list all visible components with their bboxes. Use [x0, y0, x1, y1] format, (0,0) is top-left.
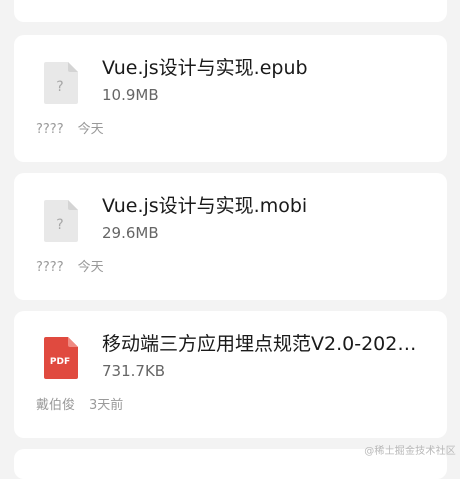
watermark: @稀土掘金技术社区 [364, 446, 456, 457]
file-sender: ???? [36, 260, 64, 275]
file-meta: 戴伯俊 3天前 [36, 397, 123, 415]
file-time: 今天 [77, 122, 104, 137]
file-time: 今天 [77, 260, 104, 275]
file-size: 731.7KB [102, 362, 166, 380]
file-card[interactable]: PDF 移动端三方应用埋点规范V2.0-202… 731.7KB 戴伯俊 3天前 [14, 311, 447, 438]
file-name: Vue.js设计与实现.epub [102, 57, 308, 79]
svg-text:?: ? [56, 79, 63, 95]
file-size: 10.9MB [102, 86, 159, 104]
file-name: Vue.js设计与实现.mobi [102, 195, 308, 217]
file-card-previous[interactable] [14, 0, 447, 22]
file-size: 29.6MB [102, 224, 159, 242]
file-sender: 戴伯俊 [36, 398, 76, 413]
file-time: 3天前 [89, 398, 124, 413]
unknown-file-icon: ? [44, 200, 78, 242]
file-meta: ???? 今天 [36, 259, 104, 277]
pdf-file-icon: PDF [44, 337, 78, 379]
svg-text:?: ? [56, 217, 63, 233]
pdf-label: PDF [50, 357, 70, 367]
file-card[interactable]: ? Vue.js设计与实现.mobi 29.6MB ???? 今天 [14, 173, 447, 300]
file-meta: ???? 今天 [36, 121, 104, 139]
file-card[interactable]: ? Vue.js设计与实现.epub 10.9MB ???? 今天 [14, 35, 447, 162]
unknown-file-icon: ? [44, 62, 78, 104]
file-name: 移动端三方应用埋点规范V2.0-202… [102, 333, 417, 355]
file-sender: ???? [36, 122, 64, 137]
